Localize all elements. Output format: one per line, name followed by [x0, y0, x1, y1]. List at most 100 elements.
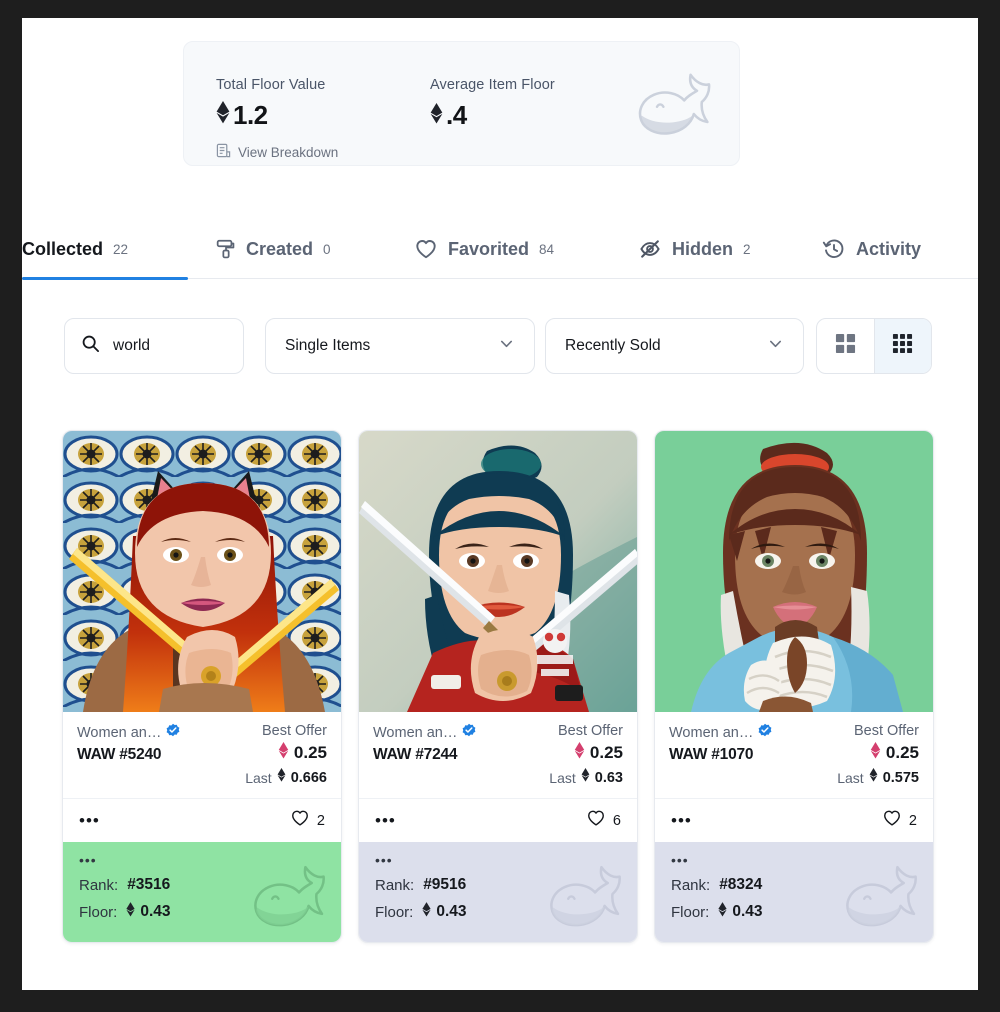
- items-type-value: Single Items: [285, 337, 371, 354]
- tab-created-count: 0: [323, 241, 331, 257]
- tab-hidden-label: Hidden: [672, 238, 733, 259]
- ethereum-icon: [581, 768, 590, 787]
- last-sale-label: Last: [245, 769, 272, 786]
- ethereum-icon: [718, 902, 727, 922]
- best-offer-label: Best Offer: [853, 723, 919, 739]
- floor-label: Floor:: [671, 903, 710, 921]
- rank-value: #3516: [127, 876, 171, 893]
- best-offer-price: 0.25: [549, 742, 623, 764]
- best-offer-amount: 0.25: [293, 743, 327, 762]
- collection-row: Women an…: [669, 723, 772, 742]
- sort-value: Recently Sold: [565, 337, 661, 354]
- last-sale-amount: 0.666: [290, 769, 327, 786]
- view-grid-large-button[interactable]: [817, 319, 874, 373]
- view-grid-small-button[interactable]: [873, 319, 931, 373]
- more-options-button[interactable]: •••: [375, 811, 396, 831]
- floor-row: Floor: 0.43: [79, 902, 325, 922]
- nft-pricing: Best Offer 0.25 Last: [245, 723, 327, 787]
- tab-favorited-label: Favorited: [448, 238, 530, 259]
- nft-card[interactable]: Women an… WAW #1070 Best Offer 0.25 Last…: [654, 430, 934, 943]
- nft-artwork[interactable]: [655, 431, 933, 712]
- ethereum-icon: [870, 742, 881, 764]
- collection-row: Women an…: [77, 723, 180, 742]
- view-breakdown-link[interactable]: View Breakdown: [216, 143, 338, 161]
- ethereum-icon: [278, 742, 289, 764]
- document-list-icon: [216, 143, 231, 161]
- rank-label: Rank:: [671, 876, 711, 894]
- like-count: 6: [612, 812, 621, 829]
- paint-roller-icon: [214, 238, 236, 260]
- nft-card-actions: ••• 6: [359, 798, 637, 842]
- nft-rarity-footer: ••• Rank: #8324 Floor: 0.43: [655, 842, 933, 942]
- best-offer-price: 0.25: [245, 742, 327, 764]
- tab-hidden[interactable]: Hidden 2: [638, 219, 751, 279]
- tab-collected[interactable]: Collected 22: [22, 219, 188, 280]
- nft-card-info: Women an… WAW #5240 Best Offer 0.25 Last…: [63, 712, 341, 798]
- nft-card-actions: ••• 2: [655, 798, 933, 842]
- floor-value: 0.43: [436, 903, 467, 920]
- tab-favorited[interactable]: Favorited 84: [414, 219, 554, 279]
- nft-pricing: Best Offer 0.25 Last: [837, 723, 919, 787]
- grid-2x2-icon: [835, 333, 856, 359]
- best-offer-amount: 0.25: [589, 743, 623, 762]
- total-floor-value-stat: Total Floor Value 1.2: [216, 77, 325, 131]
- ethereum-icon: [430, 100, 443, 131]
- nft-name: WAW #5240: [77, 746, 162, 763]
- view-breakdown-label: View Breakdown: [238, 144, 339, 160]
- items-type-dropdown[interactable]: Single Items: [265, 318, 535, 374]
- search-box[interactable]: [64, 318, 244, 374]
- like-button[interactable]: 2: [882, 808, 917, 833]
- nft-name: WAW #1070: [669, 746, 754, 763]
- total-floor-value-amount: 1.2: [216, 100, 325, 131]
- nft-card-info: Women an… WAW #7244 Best Offer 0.25 Last…: [359, 712, 637, 798]
- collection-row: Women an…: [373, 723, 476, 742]
- floor-value: 0.43: [732, 903, 763, 920]
- best-offer-price: 0.25: [837, 742, 919, 764]
- view-mode-toggle: [816, 318, 932, 374]
- whale-watermark-icon: [633, 70, 713, 142]
- tab-favorited-count: 84: [539, 241, 555, 257]
- average-item-floor-stat: Average Item Floor .4: [430, 77, 555, 131]
- heart-icon: [290, 808, 310, 833]
- more-options-button[interactable]: •••: [671, 811, 692, 831]
- sort-dropdown[interactable]: Recently Sold: [545, 318, 804, 374]
- like-count: 2: [908, 812, 917, 829]
- nft-artwork[interactable]: [63, 431, 341, 712]
- search-input[interactable]: [113, 337, 223, 355]
- like-button[interactable]: 6: [586, 808, 621, 833]
- heart-icon: [414, 237, 438, 261]
- average-item-floor-label: Average Item Floor: [430, 77, 555, 93]
- nft-artwork[interactable]: [359, 431, 637, 712]
- last-sale-row: Last 0.63: [549, 768, 623, 787]
- floor-stats-card: Total Floor Value 1.2 Average Item Floor: [183, 41, 740, 166]
- tab-activity[interactable]: Activity: [822, 219, 921, 279]
- profile-page: Total Floor Value 1.2 Average Item Floor: [22, 18, 978, 990]
- nft-identity: Women an… WAW #5240: [77, 723, 180, 764]
- rank-row: Rank: #3516: [79, 876, 325, 894]
- tab-hidden-count: 2: [743, 241, 751, 257]
- verified-badge-icon: [462, 723, 476, 742]
- heart-icon: [882, 808, 902, 833]
- rank-value: #9516: [423, 876, 467, 893]
- search-icon: [81, 334, 100, 358]
- more-options-button[interactable]: •••: [79, 811, 100, 831]
- like-button[interactable]: 2: [290, 808, 325, 833]
- ethereum-icon: [574, 742, 585, 764]
- tab-collected-label: Collected: [22, 238, 104, 259]
- tab-activity-label: Activity: [856, 238, 922, 259]
- nft-card[interactable]: Women an… WAW #7244 Best Offer 0.25 Last…: [358, 430, 638, 943]
- nft-rarity-footer: ••• Rank: #3516 Floor: 0.43: [63, 842, 341, 942]
- chevron-down-icon: [498, 335, 515, 357]
- floor-label: Floor:: [375, 903, 414, 921]
- nft-card-actions: ••• 2: [63, 798, 341, 842]
- ethereum-icon: [869, 768, 878, 787]
- tab-created[interactable]: Created 0: [214, 219, 331, 279]
- last-sale-amount: 0.63: [594, 769, 623, 786]
- nft-card[interactable]: Women an… WAW #5240 Best Offer 0.25 Last…: [62, 430, 342, 943]
- chevron-down-icon: [767, 335, 784, 357]
- rank-row: Rank: #8324: [671, 876, 917, 894]
- verified-badge-icon: [166, 723, 180, 742]
- average-item-floor-amount: .4: [430, 100, 555, 131]
- heart-icon: [586, 808, 606, 833]
- best-offer-label: Best Offer: [557, 723, 623, 739]
